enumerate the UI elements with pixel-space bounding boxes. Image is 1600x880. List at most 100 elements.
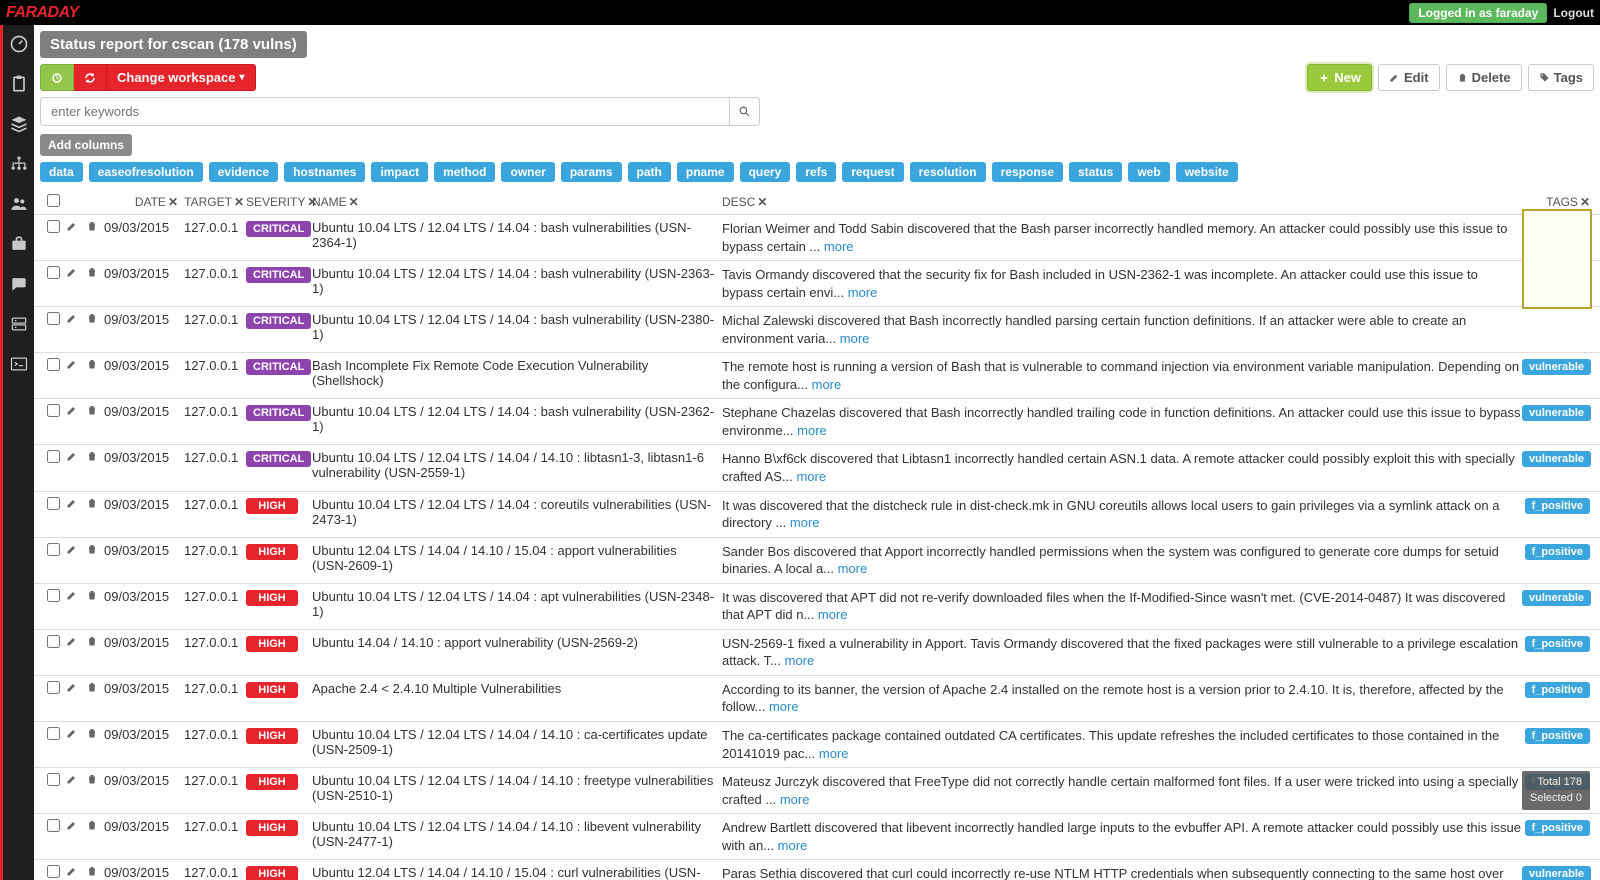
edit-icon[interactable] — [66, 773, 78, 788]
row-checkbox[interactable] — [47, 450, 60, 463]
sidebar-users-icon[interactable] — [8, 193, 30, 215]
row-checkbox[interactable] — [47, 681, 60, 694]
more-link[interactable]: more — [824, 239, 854, 254]
new-button[interactable]: New — [1307, 64, 1372, 91]
row-checkbox[interactable] — [47, 819, 60, 832]
trash-icon[interactable] — [86, 312, 98, 327]
pill-pname[interactable]: pname — [677, 162, 734, 182]
trash-icon[interactable] — [86, 497, 98, 512]
row-checkbox[interactable] — [47, 266, 60, 279]
sidebar-layers-icon[interactable] — [8, 113, 30, 135]
edit-icon[interactable] — [66, 450, 78, 465]
trash-icon[interactable] — [86, 358, 98, 373]
sidebar-server-icon[interactable] — [8, 313, 30, 335]
logout-link[interactable]: Logout — [1553, 6, 1594, 20]
pill-path[interactable]: path — [628, 162, 671, 182]
row-checkbox[interactable] — [47, 543, 60, 556]
row-checkbox[interactable] — [47, 358, 60, 371]
edit-icon[interactable] — [66, 497, 78, 512]
change-workspace-button[interactable]: Change workspace ▾ — [107, 64, 256, 91]
more-link[interactable]: more — [848, 285, 878, 300]
trash-icon[interactable] — [86, 635, 98, 650]
trash-icon[interactable] — [86, 727, 98, 742]
more-link[interactable]: more — [785, 653, 815, 668]
row-checkbox[interactable] — [47, 497, 60, 510]
pill-impact[interactable]: impact — [371, 162, 428, 182]
pill-web[interactable]: web — [1128, 162, 1169, 182]
edit-icon[interactable] — [66, 727, 78, 742]
edit-icon[interactable] — [66, 543, 78, 558]
trash-icon[interactable] — [86, 266, 98, 281]
sidebar-clipboard-icon[interactable] — [8, 73, 30, 95]
edit-icon[interactable] — [66, 404, 78, 419]
more-link[interactable]: more — [797, 423, 827, 438]
edit-button[interactable]: Edit — [1378, 64, 1440, 91]
edit-icon[interactable] — [66, 819, 78, 834]
pill-response[interactable]: response — [992, 162, 1063, 182]
edit-icon[interactable] — [66, 358, 78, 373]
search-button[interactable] — [730, 97, 760, 126]
pill-params[interactable]: params — [561, 162, 622, 182]
row-checkbox[interactable] — [47, 727, 60, 740]
tag-badge: f_positive — [1525, 498, 1590, 514]
more-link[interactable]: more — [780, 792, 810, 807]
row-checkbox[interactable] — [47, 312, 60, 325]
row-checkbox[interactable] — [47, 220, 60, 233]
sidebar-terminal-icon[interactable] — [8, 353, 30, 375]
row-checkbox[interactable] — [47, 865, 60, 878]
edit-icon[interactable] — [66, 266, 78, 281]
trash-icon[interactable] — [86, 865, 98, 880]
pill-status[interactable]: status — [1069, 162, 1122, 182]
row-checkbox[interactable] — [47, 773, 60, 786]
tags-button[interactable]: Tags — [1528, 64, 1594, 91]
reload-button[interactable] — [74, 64, 107, 91]
edit-icon[interactable] — [66, 589, 78, 604]
pill-request[interactable]: request — [842, 162, 903, 182]
row-checkbox[interactable] — [47, 404, 60, 417]
add-columns-button[interactable]: Add columns — [40, 134, 132, 156]
trash-icon[interactable] — [86, 543, 98, 558]
pill-query[interactable]: query — [740, 162, 791, 182]
more-link[interactable]: more — [818, 607, 848, 622]
pill-resolution[interactable]: resolution — [910, 162, 986, 182]
trash-icon[interactable] — [86, 819, 98, 834]
pill-website[interactable]: website — [1176, 162, 1238, 182]
more-link[interactable]: more — [790, 515, 820, 530]
more-link[interactable]: more — [778, 838, 808, 853]
more-link[interactable]: more — [812, 377, 842, 392]
trash-icon[interactable] — [86, 220, 98, 235]
more-link[interactable]: more — [819, 746, 849, 761]
sidebar-chat-icon[interactable] — [8, 273, 30, 295]
edit-icon[interactable] — [66, 681, 78, 696]
pill-evidence[interactable]: evidence — [209, 162, 278, 182]
pill-easeofresolution[interactable]: easeofresolution — [89, 162, 203, 182]
trash-icon[interactable] — [86, 404, 98, 419]
sidebar-sitemap-icon[interactable] — [8, 153, 30, 175]
pill-owner[interactable]: owner — [501, 162, 554, 182]
edit-icon[interactable] — [66, 220, 78, 235]
more-link[interactable]: more — [769, 699, 799, 714]
trash-icon[interactable] — [86, 589, 98, 604]
edit-icon[interactable] — [66, 635, 78, 650]
sidebar-briefcase-icon[interactable] — [8, 233, 30, 255]
trash-icon[interactable] — [86, 773, 98, 788]
more-link[interactable]: more — [796, 469, 826, 484]
edit-icon[interactable] — [66, 865, 78, 880]
more-link[interactable]: more — [838, 561, 868, 576]
cell-desc: The remote host is running a version of … — [716, 358, 1522, 393]
row-checkbox[interactable] — [47, 635, 60, 648]
trash-icon[interactable] — [86, 450, 98, 465]
trash-icon[interactable] — [86, 681, 98, 696]
pill-refs[interactable]: refs — [796, 162, 836, 182]
sidebar-dashboard-icon[interactable] — [8, 33, 30, 55]
pill-data[interactable]: data — [40, 162, 83, 182]
pill-method[interactable]: method — [434, 162, 495, 182]
select-all-checkbox[interactable] — [47, 194, 60, 207]
edit-icon[interactable] — [66, 312, 78, 327]
row-checkbox[interactable] — [47, 589, 60, 602]
delete-button[interactable]: Delete — [1446, 64, 1522, 91]
more-link[interactable]: more — [840, 331, 870, 346]
pill-hostnames[interactable]: hostnames — [284, 162, 365, 182]
refresh-button[interactable] — [40, 64, 74, 91]
search-input[interactable] — [40, 97, 730, 126]
